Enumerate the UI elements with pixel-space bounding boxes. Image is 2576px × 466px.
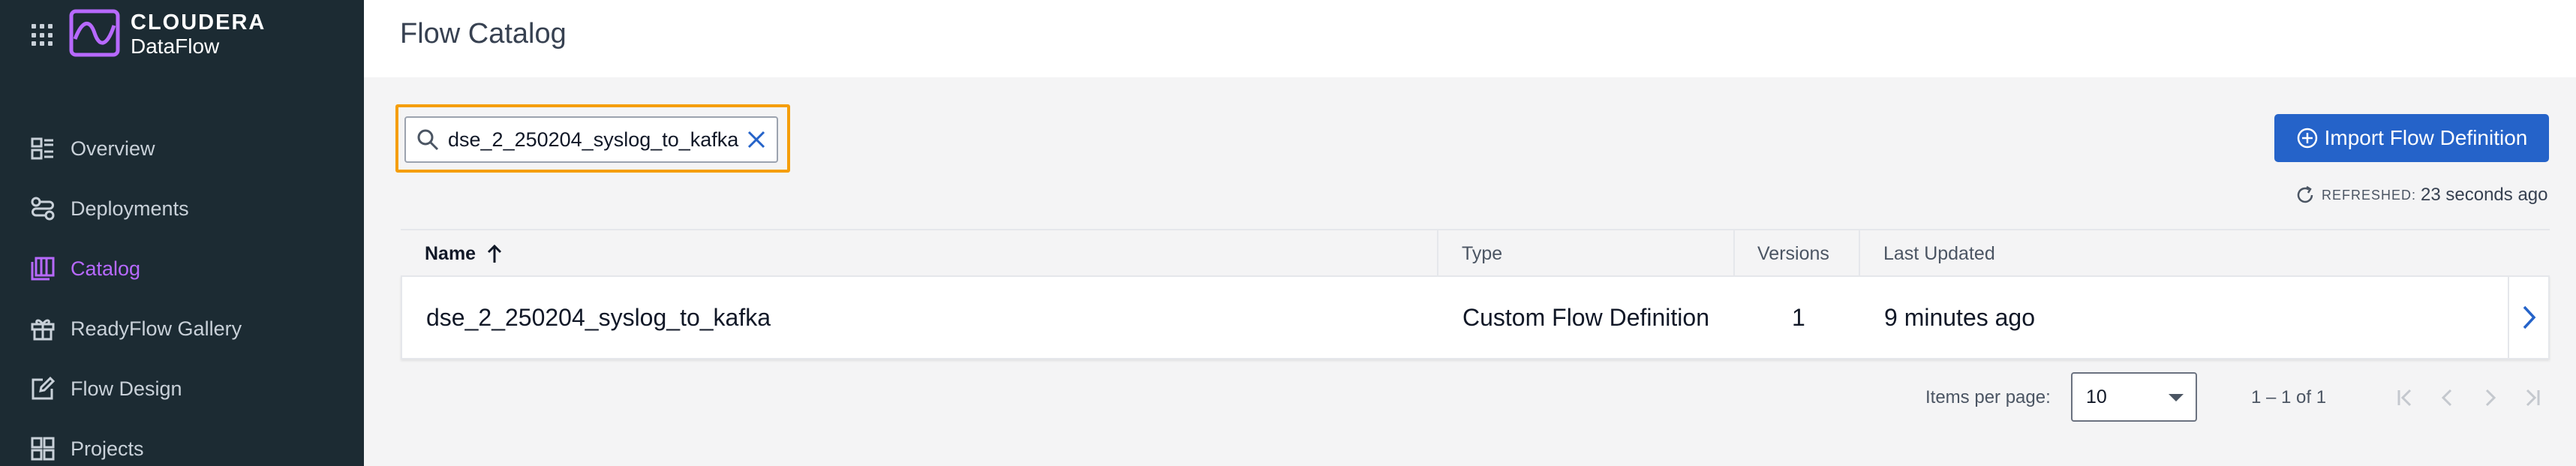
next-page-button[interactable]: [2475, 383, 2505, 413]
page-header: Flow Catalog: [364, 0, 2576, 77]
dataflow-logo-icon: [69, 9, 120, 57]
flow-catalog-table: Name Type Versions Last Updated dse_2_25…: [401, 229, 2550, 359]
column-header-last-updated[interactable]: Last Updated: [1883, 230, 1995, 277]
refresh-label: REFRESHED:: [2322, 187, 2417, 203]
open-flow-button[interactable]: [2508, 277, 2548, 358]
catalog-icon: [29, 254, 57, 283]
pagination: Items per page: 10 1 – 1 of 1: [0, 372, 2576, 423]
previous-page-button[interactable]: [2433, 383, 2463, 413]
items-per-page-value: 10: [2086, 386, 2107, 407]
deployments-icon: [29, 194, 57, 223]
sidebar-item-projects[interactable]: Projects: [0, 419, 364, 466]
table-header: Name Type Versions Last Updated: [401, 229, 2550, 277]
add-circle-icon: [2297, 128, 2317, 149]
sort-ascending-icon: [488, 244, 502, 263]
brand-name: CLOUDERA: [131, 11, 266, 35]
sidebar-item-label: Catalog: [71, 257, 141, 280]
column-divider: [1733, 230, 1735, 277]
search-field[interactable]: [404, 116, 778, 163]
chevron-right-icon: [2523, 305, 2536, 329]
page-title: Flow Catalog: [400, 18, 567, 50]
last-page-button[interactable]: [2517, 383, 2547, 413]
import-button-label: Import Flow Definition: [2324, 126, 2528, 149]
flow-versions-cell: 1: [1792, 303, 1805, 331]
sidebar-item-overview[interactable]: Overview: [0, 119, 364, 179]
sidebar-item-label: Deployments: [71, 197, 189, 220]
sidebar-item-label: ReadyFlow Gallery: [71, 317, 242, 340]
refresh-time: 23 seconds ago: [2421, 185, 2548, 205]
import-flow-definition-button[interactable]: Import Flow Definition: [2274, 114, 2549, 162]
sidebar-item-readyflow-gallery[interactable]: ReadyFlow Gallery: [0, 299, 364, 359]
chevron-right-icon: [2485, 389, 2496, 407]
gift-icon: [29, 314, 57, 343]
chevron-left-icon: [2441, 389, 2452, 407]
search-input[interactable]: [448, 128, 741, 152]
column-header-versions[interactable]: Versions: [1757, 230, 1829, 277]
last-page-icon: [2526, 389, 2540, 407]
first-page-button[interactable]: [2391, 383, 2421, 413]
sidebar-item-label: Projects: [71, 437, 144, 460]
items-per-page-select[interactable]: 10: [2071, 372, 2197, 422]
flow-name-cell: dse_2_250204_syslog_to_kafka: [426, 303, 771, 331]
brand: CLOUDERA DataFlow: [131, 11, 266, 59]
search-highlight: [395, 104, 790, 173]
dropdown-caret-icon: [2169, 394, 2184, 401]
column-divider: [1859, 230, 1860, 277]
column-name-label: Name: [425, 242, 476, 264]
first-page-icon: [2397, 389, 2412, 407]
product-name: DataFlow: [131, 35, 220, 58]
clear-search-icon[interactable]: [745, 128, 768, 151]
table-row[interactable]: dse_2_250204_syslog_to_kafka Custom Flow…: [401, 275, 2550, 359]
sidebar-item-catalog[interactable]: Catalog: [0, 239, 364, 299]
column-header-name[interactable]: Name: [425, 230, 504, 277]
refresh-icon[interactable]: [2295, 185, 2316, 206]
refresh-status: REFRESHED: 23 seconds ago: [2295, 185, 2547, 206]
pagination-range: 1 – 1 of 1: [2251, 387, 2327, 407]
sidebar-item-deployments[interactable]: Deployments: [0, 179, 364, 239]
app-switcher-icon[interactable]: [32, 24, 54, 47]
sidebar-item-label: Overview: [71, 137, 155, 160]
flow-updated-cell: 9 minutes ago: [1884, 303, 2036, 331]
projects-icon: [29, 434, 57, 463]
column-divider: [1437, 230, 1438, 277]
flow-type-cell: Custom Flow Definition: [1462, 303, 1709, 331]
items-per-page-label: Items per page:: [1925, 387, 2051, 407]
overview-icon: [29, 134, 57, 163]
search-icon: [417, 129, 439, 151]
column-header-type[interactable]: Type: [1462, 230, 1502, 277]
